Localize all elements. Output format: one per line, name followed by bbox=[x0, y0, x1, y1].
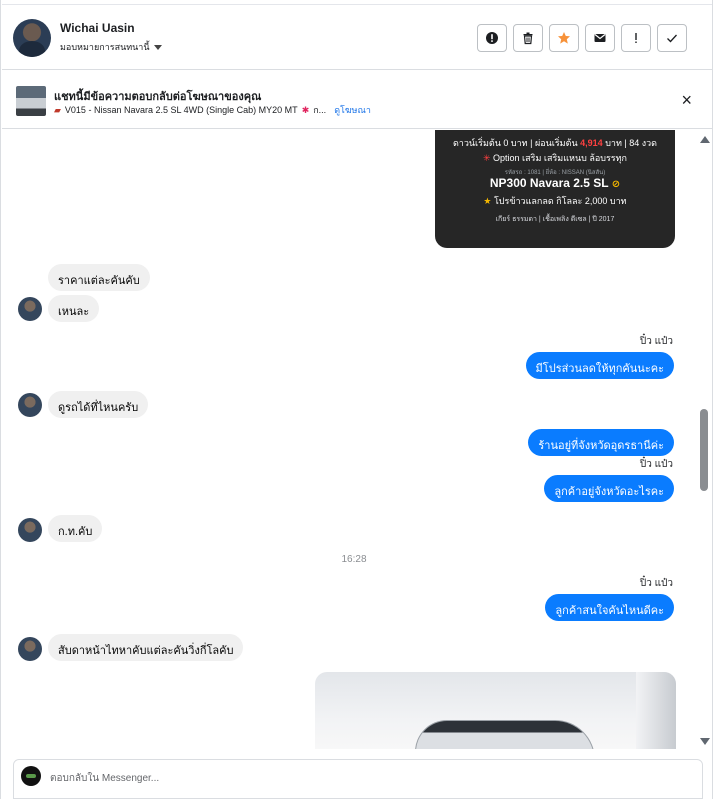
mark-unread-button[interactable] bbox=[585, 24, 615, 52]
reply-composer[interactable]: ตอบกลับใน Messenger... bbox=[13, 759, 703, 799]
ad-image-price-tail: บาท | 84 งวด bbox=[605, 138, 658, 148]
alert-circle-icon bbox=[486, 32, 498, 44]
ad-image-message[interactable]: ดาวน์เริ่มต้น 0 บาท | ผ่อนเริ่มต้น 4,914… bbox=[435, 130, 675, 248]
pickup-truck-image bbox=[415, 720, 595, 749]
contact-name[interactable]: Wichai Uasin bbox=[60, 21, 135, 35]
assign-label: มอบหมายการสนทนานี้ bbox=[60, 42, 150, 52]
ad-image-price-text: ดาวน์เริ่มต้น 0 บาท | ผ่อนเริ่มต้น bbox=[452, 138, 578, 148]
outgoing-message[interactable]: ลูกค้าอยู่จังหวัดอะไรคะ bbox=[544, 475, 674, 502]
car-photo-message[interactable] bbox=[315, 672, 676, 749]
timestamp: 16:28 bbox=[341, 554, 367, 565]
trash-icon bbox=[523, 32, 533, 45]
incoming-message[interactable]: สับดาหน้าไทหาคับแต่ละคันวิ่งกี่โลคับ bbox=[48, 634, 244, 661]
ad-image-option: ✳ Option เสริม เสริมแหนบ ล้อบรรทุก bbox=[435, 151, 675, 165]
scrollbar[interactable] bbox=[697, 131, 711, 749]
ad-image-price-amount: 4,914 bbox=[580, 138, 603, 148]
avatar[interactable] bbox=[13, 19, 51, 57]
ad-name-more: ก... bbox=[313, 105, 327, 115]
ad-thumbnail[interactable] bbox=[16, 86, 46, 116]
ad-image-promo-text: โปรข้าวแลกลด กิโลละ 2,000 บาท bbox=[493, 196, 627, 206]
seen-by-label: ปิ๋ว แป๋ว bbox=[639, 336, 673, 347]
ad-image-specs: เกียร์ ธรรมดา | เชื้อเพลิง ดีเซล | ปี 20… bbox=[495, 216, 615, 223]
star-icon bbox=[558, 32, 570, 44]
ad-image-promo: ★ โปรข้าวแลกลด กิโลละ 2,000 บาท bbox=[435, 194, 675, 208]
incoming-message[interactable]: ก.ท.คับ bbox=[48, 515, 103, 542]
seen-by-label: ปิ๋ว แป๋ว bbox=[639, 459, 673, 470]
star-icon: ★ bbox=[483, 196, 492, 206]
avatar[interactable] bbox=[18, 393, 42, 417]
star-button[interactable] bbox=[549, 24, 579, 52]
incoming-message[interactable]: ดูรถได้ที่ไหนครับ bbox=[48, 391, 149, 418]
photo-shadow bbox=[636, 672, 676, 749]
view-ad-link[interactable]: ดูโฆษณา bbox=[334, 103, 371, 117]
message-list: ดาวน์เริ่มต้น 0 บาท | ผ่อนเริ่มต้น 4,914… bbox=[2, 130, 712, 749]
ad-image-price: ดาวน์เริ่มต้น 0 บาท | ผ่อนเริ่มต้น 4,914… bbox=[435, 136, 675, 150]
incoming-message[interactable]: ราคาแต่ละคันคับ bbox=[48, 264, 150, 291]
ad-reply-banner: แชทนี้มีข้อความตอบกลับต่อโฆษณาของคุณ ▰ V… bbox=[2, 71, 712, 129]
outgoing-message[interactable]: ลูกค้าสนใจคันไหนดีคะ bbox=[545, 594, 674, 621]
chevron-down-icon bbox=[153, 44, 162, 50]
mark-spam-button[interactable] bbox=[477, 24, 507, 52]
avatar[interactable] bbox=[18, 297, 42, 321]
incoming-message[interactable]: เหนละ bbox=[48, 295, 100, 322]
close-icon[interactable]: × bbox=[681, 91, 692, 109]
follow-up-button[interactable] bbox=[621, 24, 651, 52]
sparkle-icon: ✱ bbox=[301, 104, 310, 115]
mail-icon bbox=[594, 34, 606, 42]
ad-image-model: NP300 Navara 2.5 SL ⊘ bbox=[435, 176, 675, 190]
ad-image-option-text: Option เสริม เสริมแหนบ ล้อบรรทุก bbox=[493, 153, 628, 163]
conversation-actions bbox=[477, 24, 687, 52]
verified-icon: ⊘ bbox=[611, 179, 621, 190]
assign-conversation-dropdown[interactable]: มอบหมายการสนทนานี้ bbox=[60, 40, 162, 54]
asterisk-icon: ✳ bbox=[482, 153, 491, 163]
ad-banner-subtitle: ▰ V015 - Nissan Navara 2.5 SL 4WD (Singl… bbox=[54, 103, 371, 117]
check-icon bbox=[667, 34, 677, 43]
inbox-conversation-pane: Wichai Uasin มอบหมายการสนทนานี้ แชทนี้มี… bbox=[0, 0, 713, 799]
mark-done-button[interactable] bbox=[657, 24, 687, 52]
page-avatar bbox=[21, 766, 41, 786]
outgoing-message[interactable]: ร้านอยู่ที่จังหวัดอุดรธานีค่ะ bbox=[528, 429, 674, 456]
avatar[interactable] bbox=[18, 637, 42, 661]
outgoing-message[interactable]: มีโปรส่วนลดให้ทุกคันนะคะ bbox=[525, 352, 674, 379]
scroll-up-icon[interactable] bbox=[700, 136, 710, 143]
scroll-down-icon[interactable] bbox=[700, 738, 710, 745]
delete-button[interactable] bbox=[513, 24, 543, 52]
ad-image-model-text: NP300 Navara 2.5 SL bbox=[489, 176, 609, 190]
truck-icon: ▰ bbox=[54, 104, 61, 115]
ad-name: V015 - Nissan Navara 2.5 SL 4WD (Single … bbox=[64, 105, 298, 115]
seen-by-label: ปิ๋ว แป๋ว bbox=[639, 578, 673, 589]
conversation-header: Wichai Uasin มอบหมายการสนทนานี้ bbox=[2, 4, 712, 70]
exclamation-icon bbox=[635, 33, 637, 43]
scrollbar-thumb[interactable] bbox=[700, 409, 708, 491]
avatar[interactable] bbox=[18, 518, 42, 542]
reply-input[interactable]: ตอบกลับใน Messenger... bbox=[50, 771, 159, 786]
